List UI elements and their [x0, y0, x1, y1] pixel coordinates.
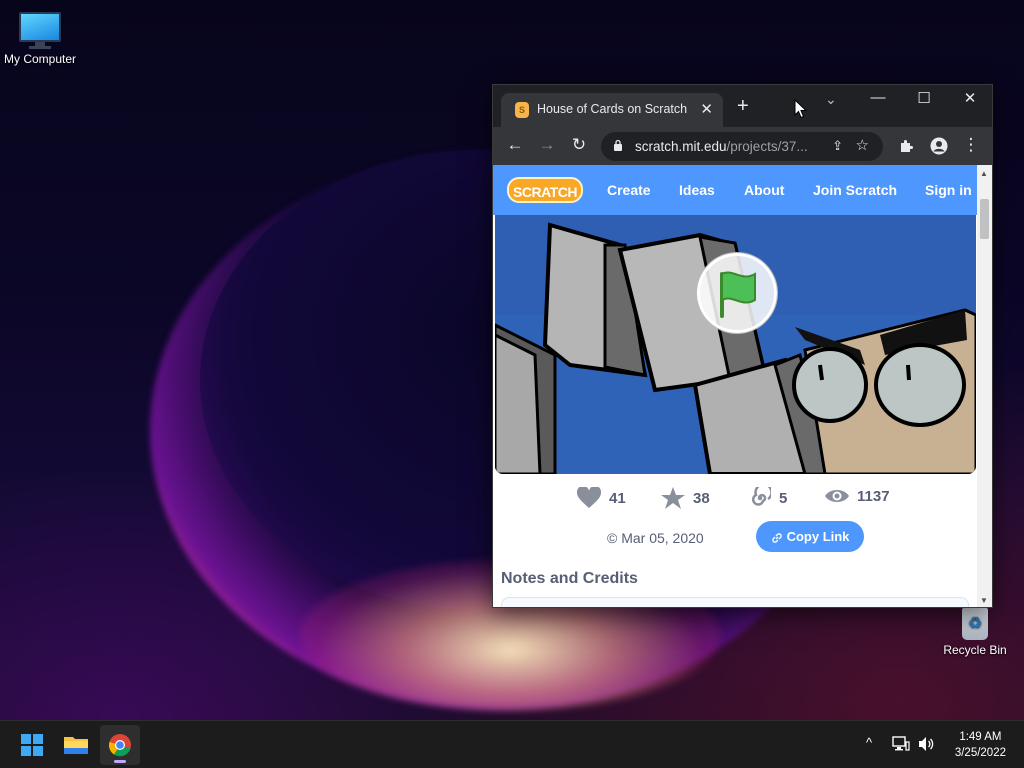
notes-credits-heading: Notes and Credits	[501, 570, 638, 587]
loves-count: 41	[609, 489, 626, 507]
profile-avatar-icon[interactable]	[930, 137, 948, 155]
desktop-icon-my-computer[interactable]: My Computer	[0, 12, 80, 66]
close-window-button[interactable]: ✕	[947, 89, 992, 107]
windows-logo-icon	[21, 734, 43, 756]
tab-search-chevron-icon[interactable]: ⌄	[825, 91, 837, 108]
clock-date: 3/25/2022	[954, 747, 1006, 759]
back-button[interactable]: ←	[503, 135, 527, 155]
recycle-bin-icon: ♻	[962, 608, 988, 640]
computer-icon	[19, 12, 61, 48]
extensions-puzzle-icon[interactable]	[898, 138, 914, 154]
system-clock[interactable]: 1:49 AM 3/25/2022	[955, 729, 1006, 761]
remix-swirl-icon	[752, 483, 773, 506]
share-icon[interactable]: ⇪	[832, 138, 843, 154]
favorites-stat[interactable]: 38	[661, 487, 710, 509]
copy-link-label: Copy Link	[786, 529, 850, 544]
remixes-count: 5	[779, 489, 788, 507]
active-app-indicator	[114, 760, 126, 763]
folder-icon	[64, 737, 88, 754]
file-explorer-button[interactable]	[56, 725, 96, 765]
project-date: © Mar 05, 2020	[607, 530, 704, 546]
show-hidden-icons-chevron[interactable]: ^	[866, 735, 872, 750]
green-flag-play-button[interactable]	[697, 253, 777, 333]
project-stats: 41 38 5 1137	[493, 483, 979, 511]
project-stage[interactable]	[495, 215, 976, 474]
star-icon	[661, 487, 685, 509]
mouse-cursor-icon	[794, 99, 808, 119]
network-icon[interactable]	[892, 736, 910, 752]
scratch-favicon-icon: S	[515, 102, 529, 118]
nav-ideas[interactable]: Ideas	[679, 182, 715, 198]
desktop-icon-label: My Computer	[3, 52, 77, 66]
heart-icon	[576, 485, 602, 508]
lock-icon[interactable]	[613, 139, 623, 151]
notes-credits-box	[501, 597, 969, 607]
bookmark-star-icon[interactable]: ☆	[856, 136, 869, 154]
nav-about[interactable]: About	[744, 182, 784, 198]
taskbar: ^ 1:49 AM 3/25/2022	[0, 720, 1024, 768]
start-button[interactable]	[12, 725, 52, 765]
scratch-logo[interactable]: SCRATCH	[507, 177, 583, 203]
address-bar[interactable]: scratch.mit.edu/projects/37... ⇪ ☆	[601, 132, 883, 161]
browser-toolbar: ← → ↻ scratch.mit.edu/projects/37... ⇪ ☆…	[493, 127, 992, 165]
views-count: 1137	[857, 487, 890, 505]
scroll-down-arrow-icon[interactable]: ▼	[980, 596, 988, 605]
favorites-count: 38	[693, 489, 710, 507]
browser-window: S House of Cards on Scratch ✕ + ⌄ — ☐ ✕ …	[492, 84, 993, 608]
scroll-up-arrow-icon[interactable]: ▲	[980, 169, 988, 178]
green-flag-icon	[720, 271, 756, 318]
reload-button[interactable]: ↻	[567, 135, 591, 155]
clock-time: 1:49 AM	[959, 731, 1002, 743]
eye-icon	[825, 490, 849, 503]
copy-link-button[interactable]: Copy Link	[756, 521, 864, 552]
chrome-icon	[108, 734, 131, 757]
scratch-project-page: SCRATCH Create Ideas About Join Scratch …	[493, 165, 979, 607]
desktop-icon-recycle-bin[interactable]: ♻ Recycle Bin	[935, 608, 1015, 657]
nav-join-scratch[interactable]: Join Scratch	[813, 182, 897, 198]
address-url: scratch.mit.edu/projects/37...	[635, 139, 808, 154]
browser-titlebar[interactable]: S House of Cards on Scratch ✕ + ⌄ — ☐ ✕	[493, 85, 992, 127]
tab-close-icon[interactable]: ✕	[700, 100, 713, 118]
chrome-menu-icon[interactable]: ⋮	[959, 135, 983, 155]
maximize-button[interactable]: ☐	[901, 89, 947, 107]
forward-button[interactable]: →	[535, 135, 559, 155]
nav-create[interactable]: Create	[607, 182, 651, 198]
scratch-navbar: SCRATCH Create Ideas About Join Scratch …	[493, 165, 979, 215]
tab-title: House of Cards on Scratch	[537, 102, 688, 116]
url-host: scratch.mit.edu	[635, 139, 727, 154]
nav-sign-in[interactable]: Sign in	[925, 182, 972, 198]
volume-icon[interactable]	[918, 736, 936, 752]
page-scrollbar[interactable]: ▲ ▼	[977, 165, 992, 607]
remixes-stat: 5	[749, 483, 788, 509]
link-icon	[771, 532, 782, 543]
chrome-taskbar-button[interactable]	[100, 725, 140, 765]
loves-stat[interactable]: 41	[576, 485, 626, 509]
desktop-icon-label: Recycle Bin	[943, 643, 1007, 657]
minimize-button[interactable]: —	[855, 89, 901, 106]
scrollbar-thumb[interactable]	[980, 199, 989, 239]
tab-house-of-cards[interactable]: S House of Cards on Scratch ✕	[501, 93, 723, 127]
url-path: /projects/37...	[726, 139, 808, 154]
new-tab-button[interactable]: +	[737, 95, 749, 118]
views-stat: 1137	[825, 487, 890, 505]
